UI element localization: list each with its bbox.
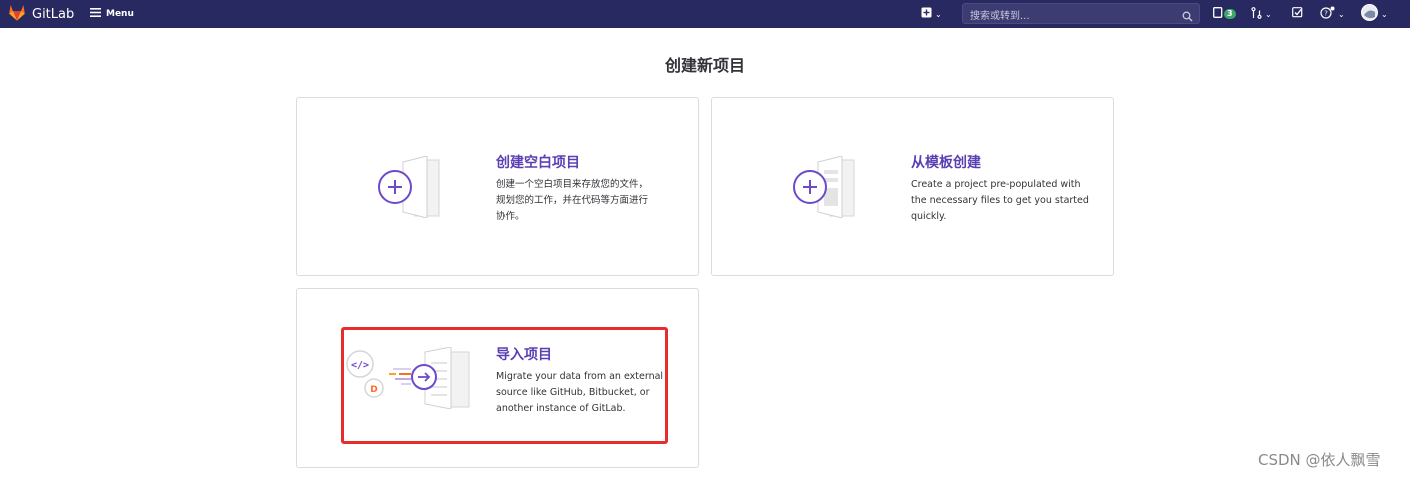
chevron-down-icon: ⌄ — [1265, 9, 1272, 19]
template-illustration-icon — [790, 155, 860, 222]
page-title: 创建新项目 — [664, 56, 745, 75]
hamburger-icon — [90, 8, 101, 20]
search-input[interactable]: 搜索或转到... — [962, 3, 1200, 24]
issues-button[interactable]: 3 — [1213, 5, 1236, 23]
todos-button[interactable] — [1292, 5, 1303, 23]
svg-text:?: ? — [1324, 10, 1328, 18]
user-menu-button[interactable]: ⌄ — [1361, 4, 1388, 24]
template-title: 从模板创建 — [911, 155, 981, 171]
blank-project-description: 创建一个空白项目来存放您的文件， 规划您的工作，并在代码等方面进行 协作。 — [496, 177, 686, 225]
help-button[interactable]: ? ⌄ — [1320, 5, 1345, 23]
description-line: the necessary files to get you started — [911, 195, 1089, 206]
blank-project-title: 创建空白项目 — [496, 155, 580, 171]
help-icon: ? — [1320, 6, 1335, 22]
plus-square-icon — [921, 7, 932, 21]
new-dropdown-button[interactable]: ⌄ — [921, 5, 942, 23]
description-line: 协作。 — [496, 211, 525, 222]
gitlab-home-link[interactable]: GitLab — [8, 4, 74, 24]
menu-label: Menu — [106, 9, 134, 19]
create-from-template-card[interactable]: 从模板创建 Create a project pre-populated wit… — [711, 97, 1114, 276]
description-line: quickly. — [911, 211, 947, 222]
todo-check-icon — [1292, 7, 1303, 21]
issues-icon — [1213, 7, 1223, 21]
blank-project-card[interactable]: 创建空白项目 创建一个空白项目来存放您的文件， 规划您的工作，并在代码等方面进行… — [296, 97, 699, 276]
chevron-down-icon: ⌄ — [1338, 9, 1345, 19]
chevron-down-icon: ⌄ — [1381, 9, 1388, 19]
avatar — [1361, 4, 1378, 24]
chevron-down-icon: ⌄ — [935, 9, 942, 19]
highlight-annotation-box — [341, 327, 668, 444]
blank-project-illustration-icon — [375, 155, 445, 222]
issues-count-badge: 3 — [1224, 9, 1236, 19]
merge-request-icon — [1251, 6, 1262, 22]
description-line: Create a project pre-populated with — [911, 179, 1081, 190]
merge-requests-button[interactable]: ⌄ — [1251, 5, 1272, 23]
search-icon — [1182, 7, 1193, 26]
description-line: 规划您的工作，并在代码等方面进行 — [496, 195, 649, 206]
brand-name: GitLab — [32, 6, 75, 22]
gitlab-logo-icon — [8, 4, 26, 25]
description-line: 创建一个空白项目来存放您的文件， — [496, 179, 649, 190]
watermark: CSDN @依人飘雪 — [1258, 451, 1381, 469]
search-placeholder: 搜索或转到... — [970, 11, 1030, 22]
template-description: Create a project pre-populated with the … — [911, 177, 1106, 225]
top-navbar: GitLab Menu ⌄ 搜索或转到... 3 ⌄ ? ⌄ ⌄ — [0, 0, 1410, 28]
menu-button[interactable]: Menu — [90, 5, 134, 23]
